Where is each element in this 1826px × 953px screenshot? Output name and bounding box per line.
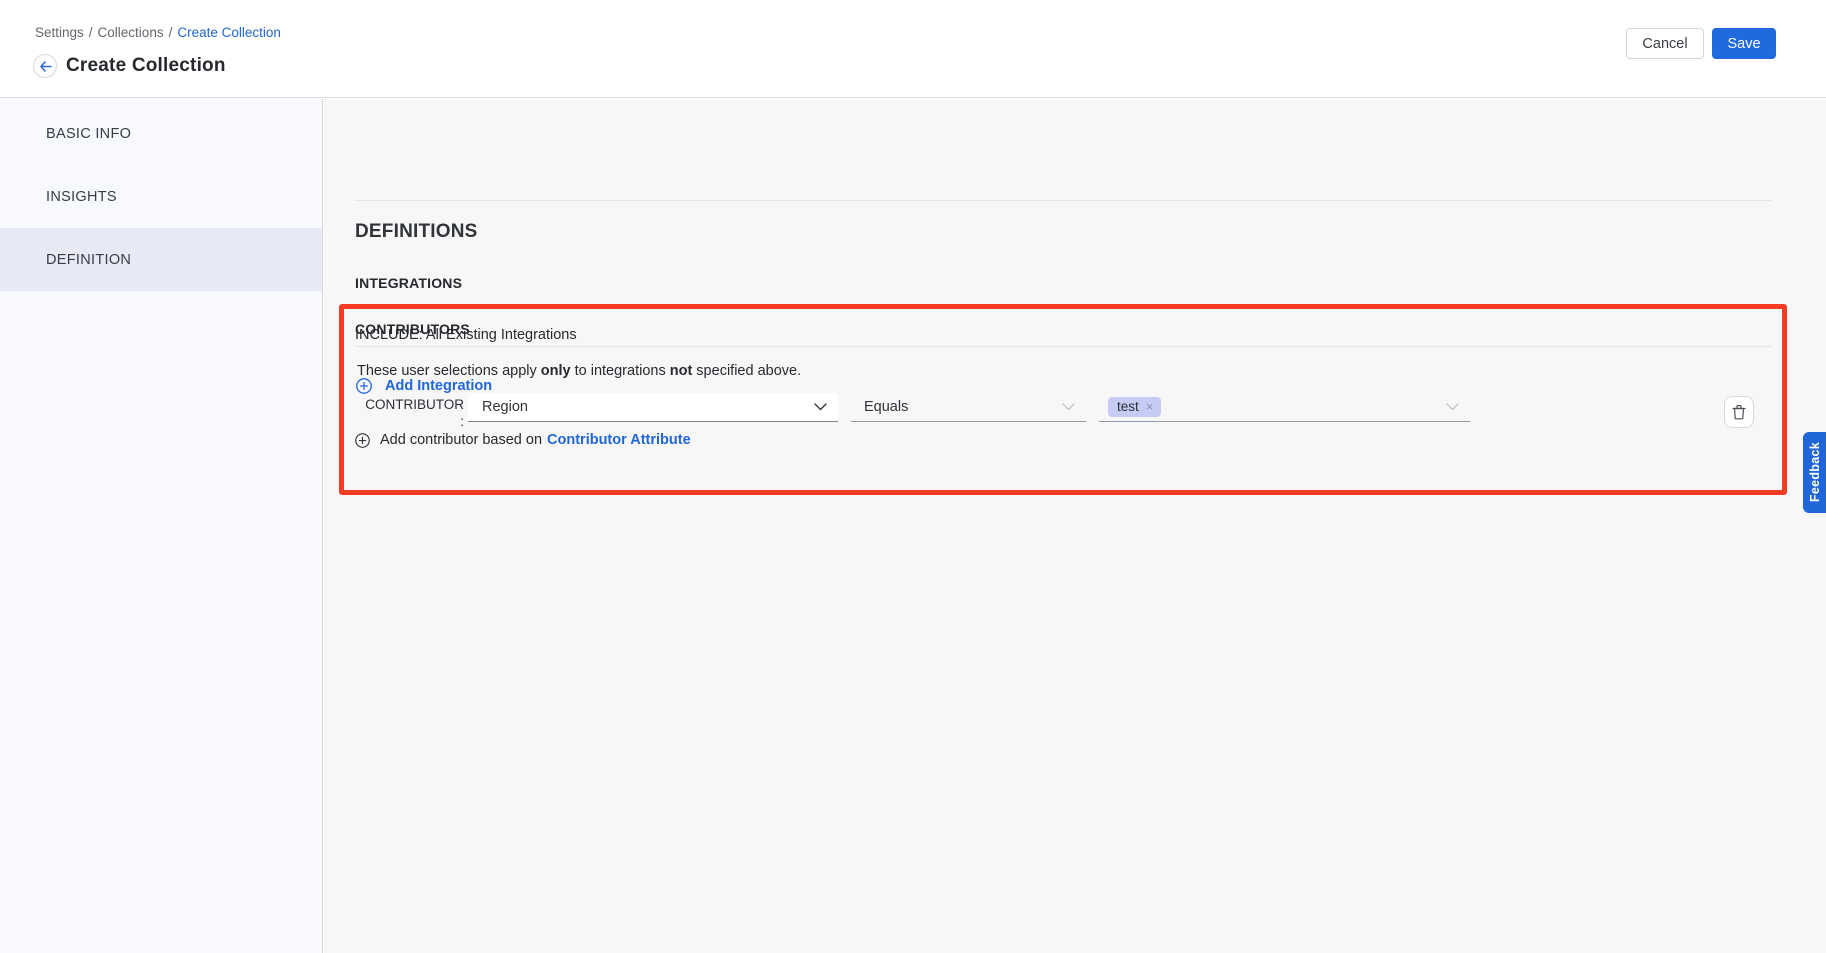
operator-select-value: Equals — [851, 399, 908, 415]
back-button[interactable] — [33, 54, 57, 78]
value-tag-text: test — [1117, 399, 1139, 414]
sidebar-item-definition[interactable]: DEFINITION — [0, 228, 322, 291]
breadcrumb: Settings / Collections / Create Collection — [35, 25, 281, 40]
contributors-divider — [355, 346, 1772, 347]
sidebar-item-insights[interactable]: INSIGHTS — [0, 165, 322, 228]
definition-panel: DEFINITIONS INTEGRATIONS INCLUDE: All Ex… — [324, 99, 1826, 953]
feedback-label: Feedback — [1808, 442, 1822, 502]
contributors-section-label: CONTRIBUTORS — [355, 321, 470, 337]
page-header: Settings / Collections / Create Collection C… — [0, 0, 1826, 98]
chevron-down-icon — [814, 403, 827, 411]
contributor-row-label: CONTRIBUTOR : — [360, 396, 464, 430]
page-title: Create Collection — [66, 55, 226, 77]
feedback-tab[interactable]: Feedback — [1803, 432, 1826, 513]
contributor-attribute-select[interactable]: Region — [468, 393, 838, 422]
remove-tag-icon[interactable]: × — [1146, 399, 1154, 414]
breadcrumb-separator: / — [89, 25, 93, 40]
chevron-down-icon — [1446, 403, 1459, 411]
breadcrumb-separator: / — [169, 25, 173, 40]
add-icon — [356, 378, 372, 394]
breadcrumb-settings[interactable]: Settings — [35, 25, 84, 40]
attribute-select-value: Region — [468, 399, 528, 415]
definitions-heading: DEFINITIONS — [355, 221, 478, 243]
contributor-attribute-link[interactable]: Contributor Attribute — [547, 432, 691, 448]
breadcrumb-collections[interactable]: Collections — [98, 25, 164, 40]
add-contributor-row: Add contributor based on Contributor Att… — [355, 432, 691, 448]
integrations-divider — [355, 200, 1772, 201]
breadcrumb-create-collection[interactable]: Create Collection — [177, 25, 281, 40]
cancel-button[interactable]: Cancel — [1626, 28, 1704, 59]
contributor-values-select[interactable]: test × — [1099, 393, 1470, 422]
save-button[interactable]: Save — [1712, 28, 1776, 59]
settings-sidebar: BASIC INFO INSIGHTS DEFINITION — [0, 99, 323, 953]
add-integration-link[interactable]: Add Integration — [356, 378, 492, 394]
trash-icon — [1732, 404, 1746, 420]
chevron-down-icon — [1062, 403, 1075, 411]
add-icon — [355, 433, 370, 448]
delete-contributor-button[interactable] — [1724, 396, 1754, 428]
integrations-section-label: INTEGRATIONS — [355, 275, 462, 291]
sidebar-item-basic-info[interactable]: BASIC INFO — [0, 102, 322, 165]
add-integration-label: Add Integration — [385, 378, 492, 394]
contributors-note: These user selections apply only to inte… — [357, 363, 801, 379]
create-collection-page: Settings / Collections / Create Collection C… — [0, 0, 1826, 953]
value-tag: test × — [1108, 397, 1161, 417]
back-arrow-icon — [39, 61, 52, 72]
add-contributor-text: Add contributor based on — [380, 432, 542, 448]
contributor-operator-select[interactable]: Equals — [851, 393, 1086, 422]
